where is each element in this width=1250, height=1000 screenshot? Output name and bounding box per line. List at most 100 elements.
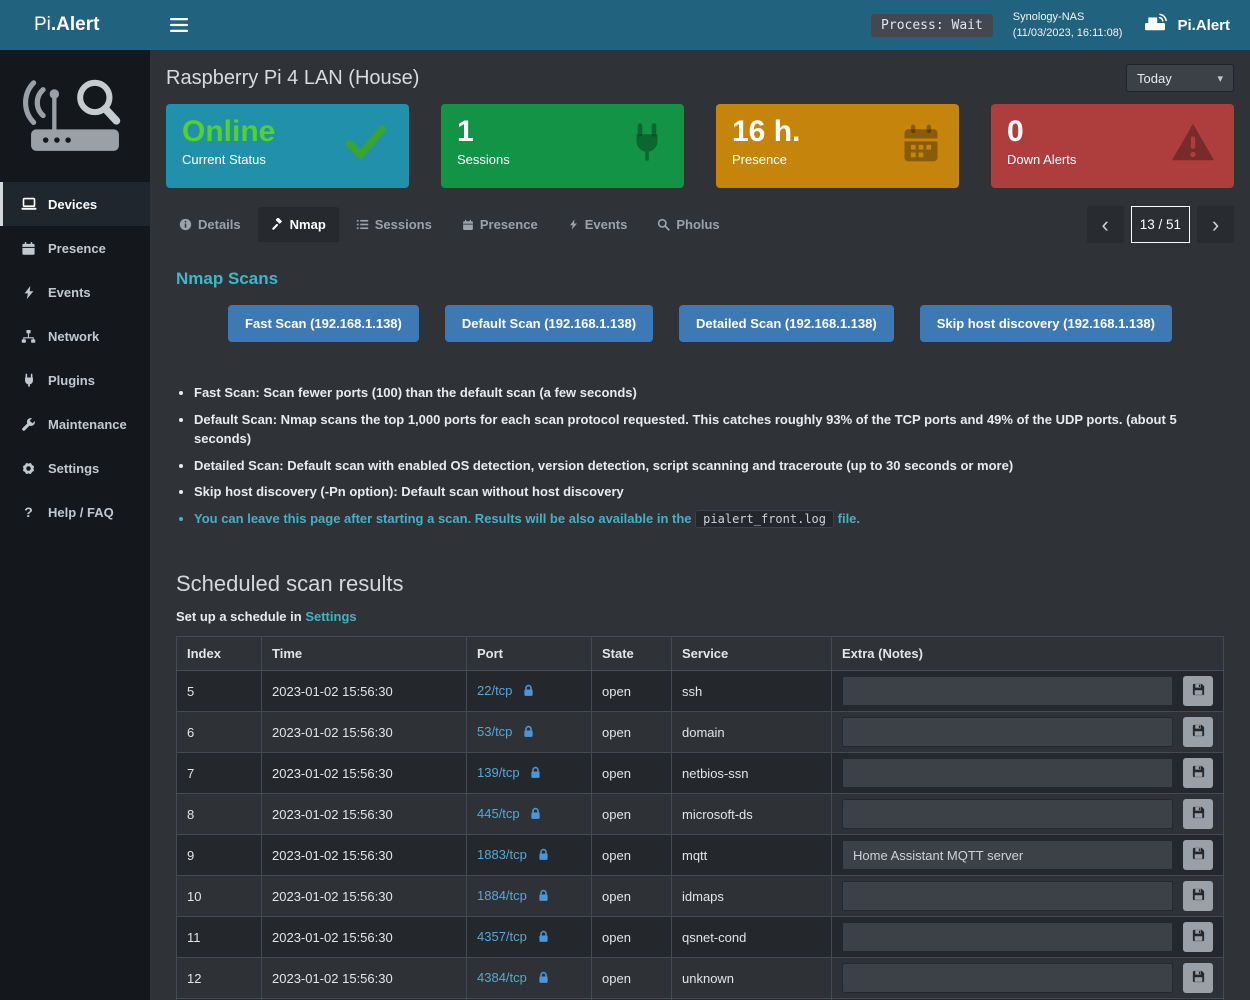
calendar-icon [462, 219, 474, 231]
question-icon: ? [20, 504, 37, 520]
floppy-icon [1191, 805, 1206, 823]
port-link[interactable]: 4357/tcp [477, 929, 527, 944]
note-input[interactable] [842, 799, 1173, 829]
save-note-button[interactable] [1183, 922, 1213, 952]
floppy-icon [1191, 723, 1206, 741]
port-link[interactable]: 1883/tcp [477, 847, 527, 862]
note-wrap [842, 881, 1213, 911]
tab-nmap[interactable]: Nmap [258, 207, 339, 242]
tab-events[interactable]: Events [555, 207, 641, 242]
tab-sessions[interactable]: Sessions [343, 207, 445, 242]
cell-service: idmaps [672, 876, 832, 917]
save-note-button[interactable] [1183, 840, 1213, 870]
warning-icon [1168, 120, 1218, 171]
process-status-badge[interactable]: Process: Wait [871, 14, 993, 37]
note-input[interactable] [842, 758, 1173, 788]
cell-index: 10 [177, 876, 262, 917]
card-sessions: 1 Sessions [441, 104, 684, 188]
sidebar-item-network[interactable]: Network [0, 314, 150, 358]
cell-service: domain [672, 712, 832, 753]
port-link[interactable]: 22/tcp [477, 683, 512, 698]
cell-service: unknown [672, 958, 832, 999]
table-row: 8 2023-01-02 15:56:30 445/tcp open micro… [177, 794, 1224, 835]
cell-port: 22/tcp [467, 671, 592, 712]
cell-notes [832, 835, 1224, 876]
column-header: Time [262, 637, 467, 671]
port-link[interactable]: 445/tcp [477, 806, 520, 821]
scan-description-item: Fast Scan: Scan fewer ports (100) than t… [194, 384, 1224, 403]
plug-icon [20, 373, 37, 388]
detailed-scan-button[interactable]: Detailed Scan (192.168.1.138) [679, 305, 894, 342]
fast-scan-button[interactable]: Fast Scan (192.168.1.138) [228, 305, 419, 342]
sidebar-item-events[interactable]: Events [0, 270, 150, 314]
floppy-icon [1191, 846, 1206, 864]
cell-service: microsoft-ds [672, 794, 832, 835]
note-input[interactable] [842, 717, 1173, 747]
cell-notes [832, 917, 1224, 958]
note-wrap [842, 963, 1213, 993]
port-link[interactable]: 139/tcp [477, 765, 520, 780]
note-input[interactable] [842, 881, 1173, 911]
next-device-button[interactable]: › [1197, 206, 1234, 243]
device-scanner-icon [1142, 13, 1168, 37]
scan-description-item: Skip host discovery (-Pn option): Defaul… [194, 483, 1224, 502]
tab-pholus[interactable]: Pholus [644, 207, 732, 242]
save-note-button[interactable] [1183, 758, 1213, 788]
sidebar-item-help[interactable]: ? Help / FAQ [0, 490, 150, 534]
table-row: 6 2023-01-02 15:56:30 53/tcp open domain [177, 712, 1224, 753]
port-link[interactable]: 1884/tcp [477, 888, 527, 903]
note-input[interactable] [842, 840, 1173, 870]
scan-description-item: Default Scan: Nmap scans the top 1,000 p… [194, 411, 1224, 449]
tab-details[interactable]: Details [166, 207, 254, 242]
chevron-right-icon: › [1212, 212, 1219, 238]
card-current-status: Online Current Status [166, 104, 409, 188]
skip-host-discovery-button[interactable]: Skip host discovery (192.168.1.138) [920, 305, 1172, 342]
wrench-icon [20, 417, 37, 432]
save-note-button[interactable] [1183, 963, 1213, 993]
sidebar-item-plugins[interactable]: Plugins [0, 358, 150, 402]
save-note-button[interactable] [1183, 881, 1213, 911]
save-note-button[interactable] [1183, 799, 1213, 829]
cell-service: mqtt [672, 835, 832, 876]
tab-presence[interactable]: Presence [449, 207, 551, 242]
period-select[interactable]: Today ▾ [1126, 64, 1234, 92]
default-scan-button[interactable]: Default Scan (192.168.1.138) [445, 305, 653, 342]
sidebar-item-settings[interactable]: Settings [0, 446, 150, 490]
period-select-value: Today [1137, 71, 1172, 86]
save-note-button[interactable] [1183, 676, 1213, 706]
gavel-icon [271, 218, 284, 231]
sidebar-logo [0, 50, 150, 182]
floppy-icon [1191, 682, 1206, 700]
port-link[interactable]: 53/tcp [477, 724, 512, 739]
sidebar-item-label: Maintenance [48, 417, 127, 432]
tab-label: Nmap [290, 217, 326, 232]
bolt-icon [20, 285, 37, 300]
cell-state: open [592, 794, 672, 835]
tab-label: Sessions [375, 217, 432, 232]
note-wrap [842, 799, 1213, 829]
port-link[interactable]: 4384/tcp [477, 970, 527, 985]
save-note-button[interactable] [1183, 717, 1213, 747]
lock-icon [538, 889, 549, 905]
sidebar-item-devices[interactable]: Devices [0, 182, 150, 226]
note-input[interactable] [842, 922, 1173, 952]
tab-label: Pholus [676, 217, 719, 232]
search-icon [657, 218, 670, 231]
note-input[interactable] [842, 963, 1173, 993]
menu-toggle-icon[interactable] [170, 18, 188, 32]
cell-state: open [592, 835, 672, 876]
note-input[interactable] [842, 676, 1173, 706]
topbar-brand-right: Pi.Alert [1142, 13, 1230, 37]
cell-time: 2023-01-02 15:56:30 [262, 958, 467, 999]
settings-link[interactable]: Settings [305, 609, 356, 624]
devices-icon [20, 196, 37, 212]
topbar: Pi.Alert Process: Wait Synology-NAS (11/… [0, 0, 1250, 50]
bolt-icon [568, 218, 579, 231]
topbar-brand-right-label: Pi.Alert [1177, 17, 1230, 34]
floppy-icon [1191, 969, 1206, 987]
cell-time: 2023-01-02 15:56:30 [262, 671, 467, 712]
sidebar-item-presence[interactable]: Presence [0, 226, 150, 270]
sidebar-item-maintenance[interactable]: Maintenance [0, 402, 150, 446]
prev-device-button[interactable]: ‹ [1087, 206, 1124, 243]
tab-label: Events [585, 217, 628, 232]
